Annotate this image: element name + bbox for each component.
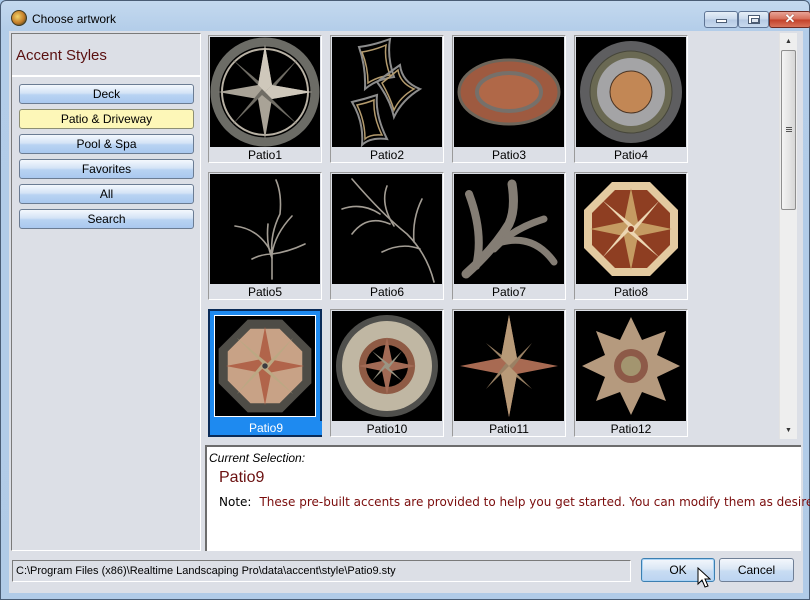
thumb-label: Patio1 bbox=[209, 148, 321, 162]
close-button[interactable]: ✕ bbox=[769, 11, 810, 28]
minimize-icon bbox=[716, 19, 727, 23]
thumb-label: Patio8 bbox=[575, 285, 687, 299]
file-path-field: C:\Program Files (x86)\Realtime Landscap… bbox=[12, 560, 631, 582]
thumb-label: Patio5 bbox=[209, 285, 321, 299]
category-favorites-button[interactable]: Favorites bbox=[19, 159, 194, 179]
brick-compass-star-artwork bbox=[454, 311, 564, 421]
grip-icon bbox=[786, 127, 792, 133]
artwork-thumb-patio12[interactable]: Patio12 bbox=[574, 309, 688, 437]
gravel-compass-artwork bbox=[332, 311, 442, 421]
category-patio-driveway-button[interactable]: Patio & Driveway bbox=[19, 109, 194, 129]
title-bar[interactable]: Choose artwork ✕ bbox=[1, 1, 810, 31]
curved-diamonds-artwork bbox=[332, 37, 442, 147]
thumb-label: Patio3 bbox=[453, 148, 565, 162]
dialog-body: Accent Styles Deck Patio & Driveway Pool… bbox=[9, 31, 810, 593]
artwork-thumb-patio11[interactable]: Patio11 bbox=[452, 309, 566, 437]
scroll-down-arrow-icon[interactable]: ▼ bbox=[780, 422, 797, 439]
artwork-thumb-patio5[interactable]: Patio5 bbox=[208, 172, 322, 300]
category-panel: Accent Styles Deck Patio & Driveway Pool… bbox=[11, 33, 201, 551]
maximize-icon bbox=[748, 15, 760, 24]
gallery-scrollbar[interactable]: ▲ ▼ bbox=[779, 33, 797, 439]
category-pool-spa-button[interactable]: Pool & Spa bbox=[19, 134, 194, 154]
category-deck-button[interactable]: Deck bbox=[19, 84, 194, 104]
artwork-thumb-patio6[interactable]: Patio6 bbox=[330, 172, 444, 300]
selected-artwork-name: Patio9 bbox=[219, 469, 265, 486]
fern-lines-artwork bbox=[332, 174, 442, 284]
category-search-button[interactable]: Search bbox=[19, 209, 194, 229]
artwork-thumb-patio10[interactable]: Patio10 bbox=[330, 309, 444, 437]
artwork-gallery: Patio1 Patio2 Patio3 Patio4 Patio5 Patio… bbox=[205, 33, 775, 441]
artwork-thumb-patio2[interactable]: Patio2 bbox=[330, 35, 444, 163]
category-all-button[interactable]: All bbox=[19, 184, 194, 204]
thumb-label: Patio9 bbox=[210, 421, 322, 435]
wood-octagon-artwork bbox=[576, 174, 686, 284]
thumb-label: Patio10 bbox=[331, 422, 443, 436]
note-label: Note: bbox=[219, 495, 252, 509]
note-text: These pre-built accents are provided to … bbox=[259, 495, 810, 509]
selection-info-panel: Current Selection: Patio9 Note: These pre… bbox=[205, 445, 810, 551]
branch-lines-artwork bbox=[210, 174, 320, 284]
artwork-thumb-patio7[interactable]: Patio7 bbox=[452, 172, 566, 300]
thumb-label: Patio12 bbox=[575, 422, 687, 436]
scrollbar-thumb[interactable] bbox=[781, 50, 796, 210]
artwork-thumb-patio1[interactable]: Patio1 bbox=[208, 35, 322, 163]
close-icon: ✕ bbox=[784, 11, 796, 26]
artwork-thumb-patio4[interactable]: Patio4 bbox=[574, 35, 688, 163]
stone-branches-artwork bbox=[454, 174, 564, 284]
thumb-label: Patio2 bbox=[331, 148, 443, 162]
window-title: Choose artwork bbox=[32, 12, 117, 26]
thumb-label: Patio4 bbox=[575, 148, 687, 162]
maximize-button[interactable] bbox=[738, 11, 769, 28]
artwork-thumb-patio9[interactable]: Patio9 bbox=[208, 309, 322, 437]
thumb-label: Patio6 bbox=[331, 285, 443, 299]
brick-oval-artwork bbox=[454, 37, 564, 147]
ok-button[interactable]: OK bbox=[641, 558, 715, 582]
selection-note: Note: These pre-built accents are provide… bbox=[219, 495, 810, 509]
panel-title: Accent Styles bbox=[16, 47, 107, 64]
thumb-label: Patio7 bbox=[453, 285, 565, 299]
current-selection-label: Current Selection: bbox=[209, 451, 306, 465]
stone-octagon-star-artwork bbox=[214, 315, 316, 417]
concentric-rings-artwork bbox=[576, 37, 686, 147]
cancel-button[interactable]: Cancel bbox=[719, 558, 794, 582]
artwork-thumb-patio3[interactable]: Patio3 bbox=[452, 35, 566, 163]
minimize-button[interactable] bbox=[704, 11, 738, 28]
eight-point-star-artwork bbox=[576, 311, 686, 421]
thumb-label: Patio11 bbox=[453, 422, 565, 436]
divider bbox=[12, 75, 200, 77]
artwork-thumb-patio8[interactable]: Patio8 bbox=[574, 172, 688, 300]
choose-artwork-dialog: Choose artwork ✕ Accent Styles Deck Pati… bbox=[0, 0, 810, 600]
scroll-up-arrow-icon[interactable]: ▲ bbox=[780, 33, 797, 50]
app-globe-icon bbox=[11, 10, 27, 26]
compass-star-artwork bbox=[210, 37, 320, 147]
